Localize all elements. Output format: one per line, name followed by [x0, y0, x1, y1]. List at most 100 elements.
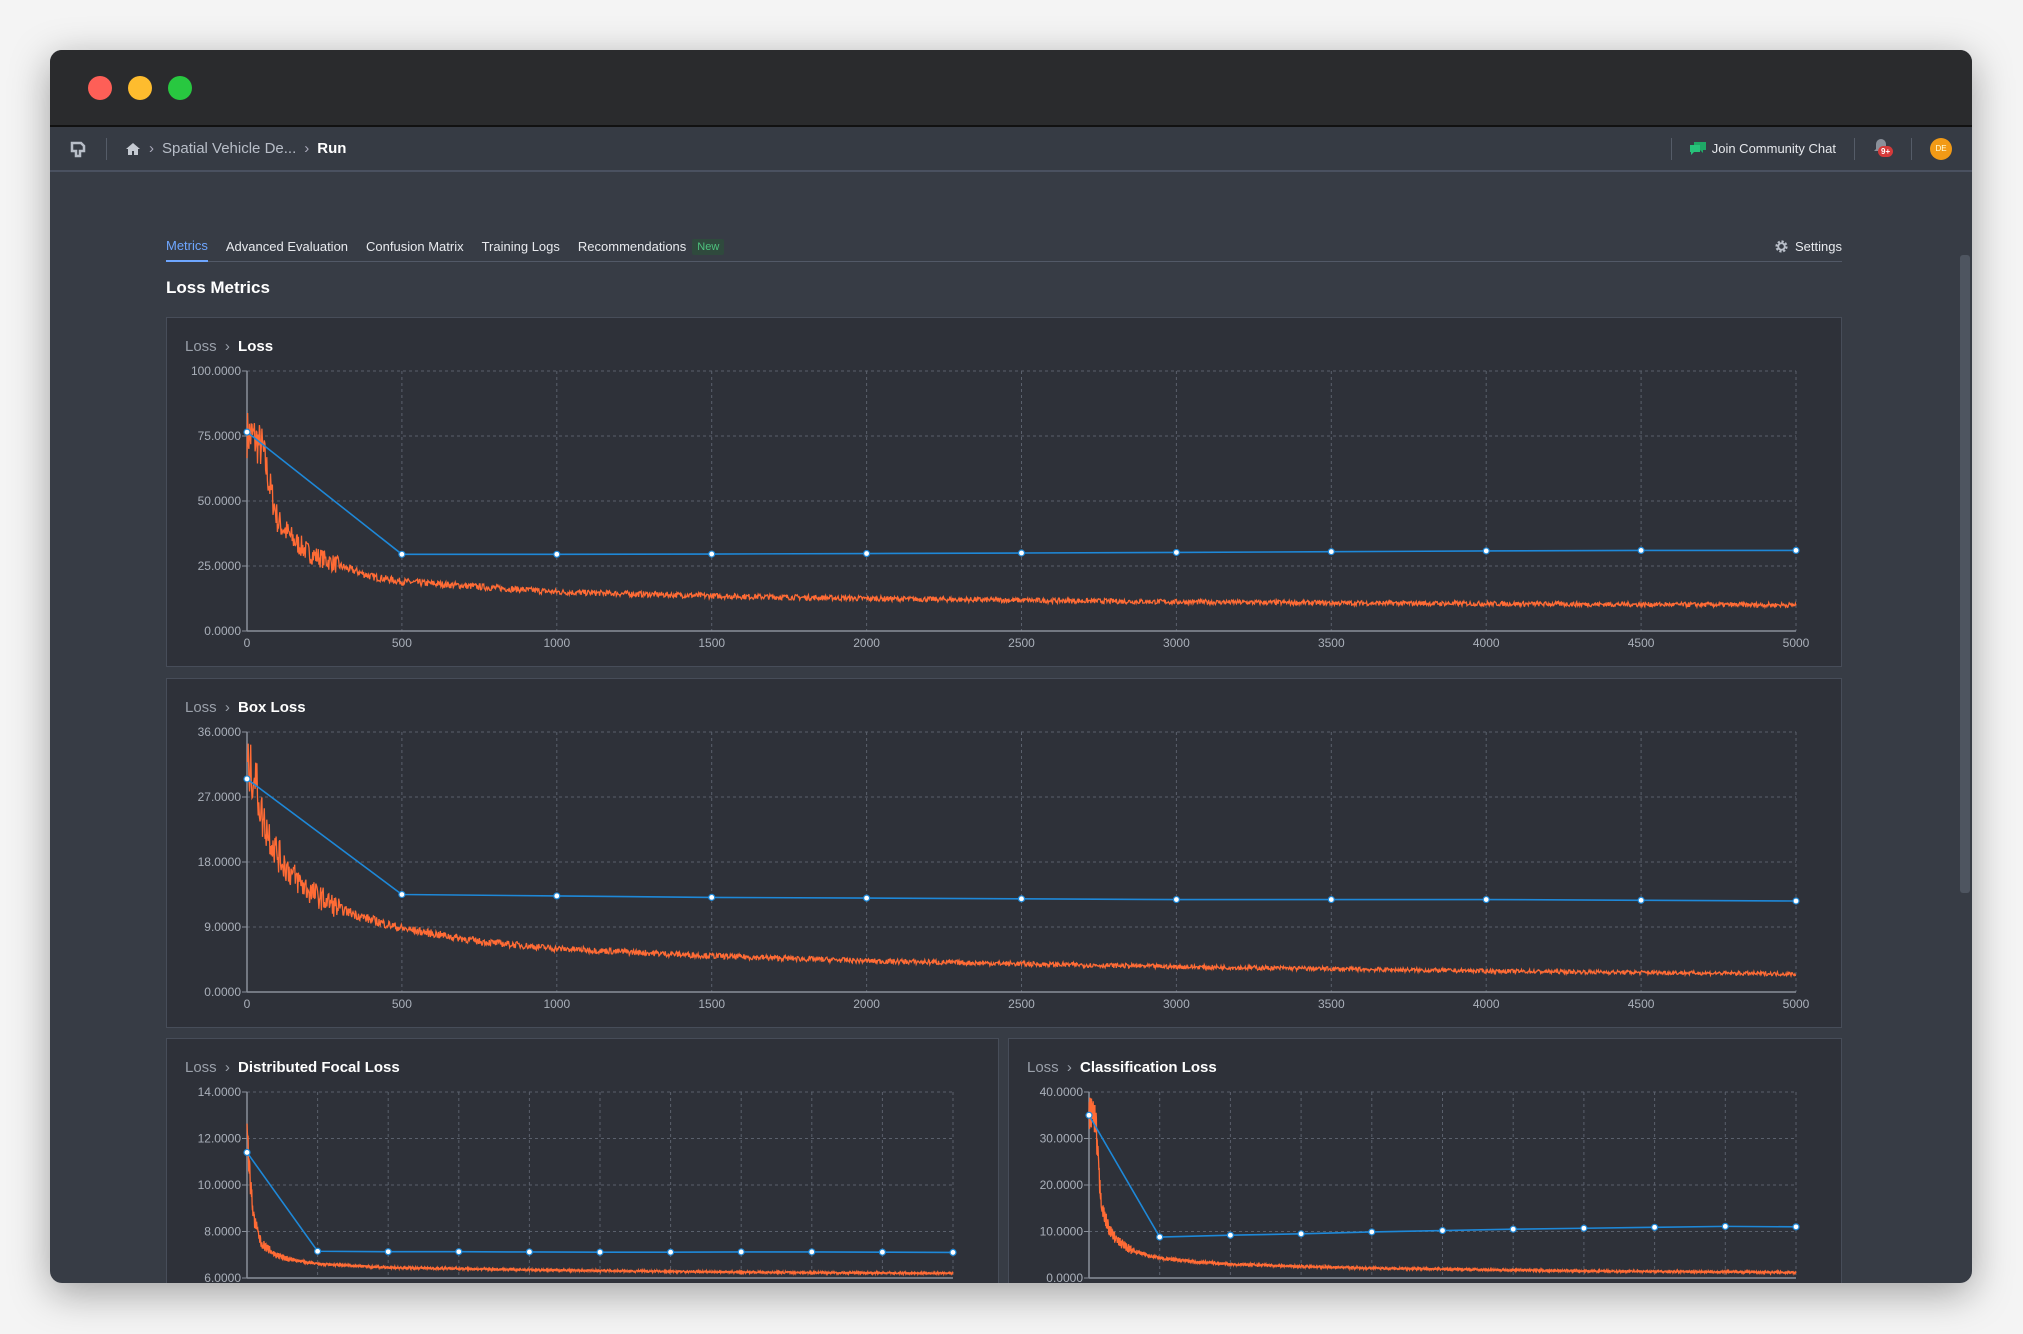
y-tick-label: 8.0000 [204, 1225, 241, 1239]
app-window: › Spatial Vehicle De... › Run Join Commu… [50, 50, 1972, 1283]
x-tick-label: 2000 [853, 636, 880, 650]
validation-point [455, 1248, 463, 1256]
y-tick-label: 27.0000 [198, 790, 242, 804]
validation-point [708, 893, 716, 901]
chart-panel-box-loss: Loss › Box Loss 0.0000 9.0000 18.0000 27.000… [166, 678, 1842, 1028]
x-tick-label: 4000 [1473, 997, 1500, 1011]
close-window-button[interactable] [88, 76, 112, 100]
y-tick-label: 25.0000 [198, 559, 242, 573]
x-tick-label: 2500 [1008, 636, 1035, 650]
validation-point [1580, 1224, 1588, 1232]
y-tick-label: 50.0000 [198, 494, 242, 508]
top-navbar: › Spatial Vehicle De... › Run Join Commu… [50, 127, 1972, 172]
x-tick-label: 500 [392, 997, 412, 1011]
tab-advanced-evaluation[interactable]: Advanced Evaluation [226, 232, 348, 262]
notifications-button[interactable]: 9+ [1873, 138, 1894, 160]
home-icon[interactable] [125, 141, 141, 157]
validation-point [1482, 895, 1490, 904]
chat-icon [1689, 141, 1706, 155]
validation-point [862, 549, 871, 558]
validation-point [1172, 548, 1181, 557]
validation-point [398, 550, 406, 558]
maximize-window-button[interactable] [168, 76, 192, 100]
notification-badge: 9+ [1878, 145, 1894, 157]
x-tick-label: 3000 [1163, 997, 1190, 1011]
y-tick-label: 10.0000 [1040, 1225, 1084, 1239]
validation-point [1327, 895, 1335, 904]
validation-point [862, 894, 871, 902]
tab-training-logs[interactable]: Training Logs [482, 232, 560, 262]
new-badge: New [692, 238, 725, 255]
y-tick-label: 14.0000 [198, 1085, 242, 1099]
validation-point [667, 1248, 675, 1256]
validation-point [878, 1248, 887, 1256]
tab-recommendations-label: Recommendations [577, 239, 687, 254]
x-tick-label: 3500 [1318, 997, 1345, 1011]
y-tick-label: 9.0000 [204, 920, 241, 934]
tab-metrics[interactable]: Metrics [166, 232, 208, 262]
app-logo-icon[interactable] [68, 139, 88, 159]
validation-point [314, 1247, 322, 1255]
tab-bar: Metrics Advanced Evaluation Confusion Ma… [166, 232, 1842, 262]
x-tick-label: 1500 [698, 997, 725, 1011]
validation-point [1509, 1225, 1517, 1233]
validation-point [1792, 1223, 1800, 1231]
validation-point [1156, 1233, 1164, 1241]
y-tick-label: 40.0000 [1040, 1085, 1084, 1099]
x-tick-label: 1000 [543, 636, 570, 650]
validation-point [525, 1248, 533, 1256]
validation-point [1017, 549, 1026, 557]
chart-panel-loss: Loss › Loss 0.0000 25.0000 50.0000 75.0000 10… [166, 317, 1842, 667]
breadcrumb-run: Run [317, 140, 347, 157]
title-bar [50, 50, 1972, 127]
x-tick-label: 0 [244, 997, 251, 1011]
y-tick-label: 30.0000 [1040, 1132, 1084, 1146]
validation-point [1017, 895, 1026, 903]
settings-button[interactable]: Settings [1774, 239, 1842, 254]
y-tick-label: 18.0000 [198, 855, 242, 869]
gear-icon [1775, 240, 1788, 253]
line-chart: 0.000010.000020.000030.000040.00000 500 10… [1040, 1085, 1800, 1283]
validation-point [1172, 895, 1181, 904]
x-tick-label: 4500 [1628, 636, 1655, 650]
validation-point [1438, 1226, 1447, 1235]
divider [1854, 137, 1855, 160]
chart-panel-distributed-focal-loss: Loss › Distributed Focal Loss 6.0000 8.000… [166, 1038, 999, 1283]
validation-point [243, 775, 251, 783]
breadcrumb-project[interactable]: Spatial Vehicle De... [162, 140, 296, 157]
validation-point [808, 1248, 816, 1256]
divider [106, 137, 107, 160]
minimize-window-button[interactable] [128, 76, 152, 100]
x-tick-label: 4000 [1473, 636, 1500, 650]
x-tick-label: 5000 [1783, 636, 1810, 650]
x-tick-label: 1000 [543, 997, 570, 1011]
x-tick-label: 1500 [698, 636, 725, 650]
tab-confusion-matrix[interactable]: Confusion Matrix [366, 232, 464, 262]
validation-point [243, 1148, 251, 1157]
validation-point [708, 550, 716, 558]
validation-point [596, 1248, 604, 1256]
validation-point [1721, 1222, 1729, 1230]
validation-point [1650, 1223, 1659, 1231]
y-tick-label: 36.0000 [198, 725, 242, 739]
validation-point [1792, 897, 1800, 905]
validation-point [737, 1248, 745, 1256]
avatar[interactable]: DE [1930, 137, 1952, 160]
divider [1670, 137, 1672, 160]
section-title: Loss Metrics [166, 278, 270, 297]
validation-point [553, 892, 561, 900]
tab-recommendations[interactable]: Recommendations New [577, 232, 725, 262]
x-tick-label: 2500 [1008, 997, 1035, 1011]
line-chart: 0.0000 25.0000 50.0000 75.0000 100.0000 0 500 1… [191, 364, 1810, 650]
validation-point [1792, 546, 1800, 554]
validation-point [1297, 1230, 1305, 1238]
join-community-chat-button[interactable]: Join Community Chat [1689, 141, 1836, 156]
y-tick-label: 0.0000 [204, 624, 241, 638]
x-tick-label: 2000 [853, 997, 880, 1011]
y-tick-label: 0.0000 [1046, 1271, 1083, 1283]
vertical-scrollbar[interactable] [1960, 255, 1970, 893]
y-tick-label: 0.0000 [204, 985, 241, 999]
validation-point [1637, 546, 1645, 554]
settings-label: Settings [1795, 239, 1842, 254]
y-tick-label: 100.0000 [191, 364, 241, 378]
